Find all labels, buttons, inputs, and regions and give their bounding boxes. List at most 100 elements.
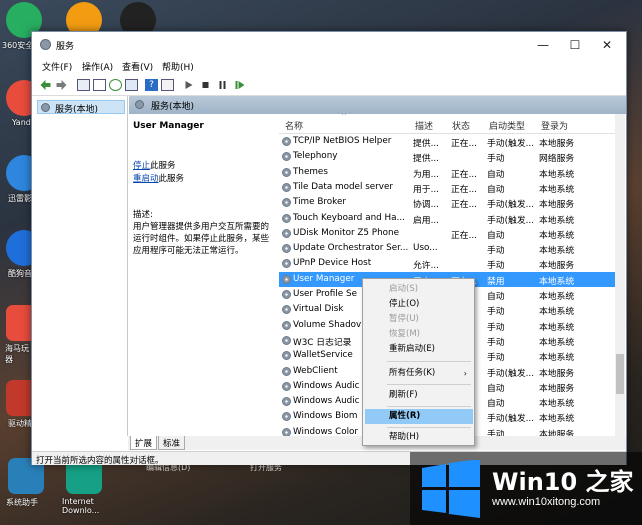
- title-bar[interactable]: 服务 — ☐ ✕: [32, 32, 626, 58]
- scrollbar-thumb[interactable]: [616, 354, 624, 394]
- cell-startup-type: 手动: [487, 261, 505, 272]
- panel-header-title: 服务(本地): [151, 102, 195, 112]
- menu-item-properties[interactable]: 属性(R): [365, 409, 473, 424]
- tab-standard[interactable]: 标准: [158, 436, 186, 450]
- menu-item-refresh[interactable]: 刷新(F): [365, 388, 473, 403]
- cell-logon-as: 本地系统: [539, 169, 575, 180]
- help-icon[interactable]: ?: [145, 79, 158, 91]
- service-gear-icon: [282, 182, 291, 192]
- cell-startup-type: 自动: [487, 399, 505, 410]
- table-row[interactable]: TCP/IP NetBIOS Helper 提供... 正在... 手动(触发... 本…: [279, 134, 615, 149]
- console-tree: 服务(本地): [34, 96, 128, 436]
- status-text: 打开当前所选内容的属性对话框。: [36, 456, 164, 466]
- cell-startup-type: 禁用: [487, 276, 505, 287]
- cell-startup-type: 手动: [487, 337, 505, 348]
- restart-icon[interactable]: [233, 79, 246, 91]
- service-gear-icon: [282, 274, 291, 284]
- table-row[interactable]: UPnP Device Host 允许... 手动 本地服务: [279, 256, 615, 271]
- properties-icon[interactable]: [161, 79, 174, 91]
- panel-header: 服务(本地): [129, 96, 626, 114]
- stop-service-link[interactable]: 停止: [133, 161, 150, 171]
- cell-startup-type: 自动: [487, 169, 505, 180]
- tree-item-services-local[interactable]: 服务(本地): [37, 100, 125, 115]
- context-menu: 启动(S) 停止(O) 暂停(U) 恢复(M) 重新启动(E) 所有任务(K) …: [362, 278, 475, 446]
- cell-logon-as: 本地系统: [539, 215, 575, 226]
- minimize-button[interactable]: —: [528, 36, 558, 54]
- cell-logon-as: 网络服务: [539, 154, 575, 165]
- cell-startup-type: 手动: [487, 322, 505, 333]
- column-startup-type[interactable]: 启动类型: [489, 119, 525, 132]
- desktop-label-yandex: Yand: [12, 118, 31, 127]
- table-row[interactable]: Touch Keyboard and Ha... 启用... 手动(触发... 本地系…: [279, 211, 615, 226]
- table-row[interactable]: Themes 为用... 正在... 自动 本地系统: [279, 165, 615, 180]
- menu-separator: [387, 384, 471, 385]
- cell-description: 用于...: [413, 184, 439, 195]
- menu-item-all-tasks[interactable]: 所有任务(K) ›: [365, 366, 473, 381]
- service-gear-icon: [282, 152, 291, 162]
- menu-item-help[interactable]: 帮助(H): [365, 430, 473, 445]
- menu-item-restart[interactable]: 重新启动(E): [365, 342, 473, 357]
- service-gear-icon: [282, 259, 291, 269]
- service-gear-icon: [282, 412, 291, 422]
- table-row[interactable]: Time Broker 协调... 正在... 手动(触发... 本地服务: [279, 195, 615, 210]
- cell-status: 正在...: [451, 139, 477, 149]
- cell-logon-as: 本地系统: [539, 184, 575, 195]
- desktop-label-sysassist: 系统助手: [6, 498, 38, 507]
- windows-logo-icon: [422, 460, 480, 518]
- cell-startup-type: 手动(触发...: [487, 414, 535, 425]
- toolbar: ?: [32, 74, 626, 96]
- table-row[interactable]: Tile Data model server 用于... 正在... 自动 本地系统: [279, 180, 615, 195]
- restart-service-link[interactable]: 重启动: [133, 174, 159, 184]
- cell-logon-as: 本地服务: [539, 261, 575, 272]
- menu-help[interactable]: 帮助(H): [162, 60, 194, 73]
- tab-extended[interactable]: 扩展: [130, 436, 158, 450]
- cell-startup-type: 手动(触发...: [487, 200, 535, 211]
- stop-icon[interactable]: [199, 79, 212, 91]
- cell-logon-as: 本地服务: [539, 429, 575, 436]
- console-tree-icon[interactable]: [77, 79, 90, 91]
- table-row[interactable]: Telephony 提供... 手动 网络服务: [279, 149, 615, 164]
- cell-name: Time Broker: [293, 197, 346, 208]
- menu-file[interactable]: 文件(F): [42, 60, 72, 73]
- menu-item-start: 启动(S): [389, 284, 419, 294]
- watermark: Win10 之家 www.win10xitong.com: [410, 452, 642, 525]
- cell-startup-type: 手动: [487, 307, 505, 318]
- cell-logon-as: 本地服务: [539, 139, 575, 149]
- table-row[interactable]: Update Orchestrator Ser... Uso... 手动 本地系统: [279, 241, 615, 256]
- column-name[interactable]: 名称: [285, 119, 303, 132]
- description-line-2: 运行时组件。如果停止此服务，某些: [133, 234, 270, 244]
- cell-description: 提供...: [413, 154, 439, 165]
- cell-logon-as: 本地服务: [539, 200, 575, 211]
- cell-startup-type: 自动: [487, 383, 505, 394]
- cell-logon-as: 本地系统: [539, 337, 575, 348]
- menu-item-stop[interactable]: 停止(O): [365, 297, 473, 312]
- menu-action[interactable]: 操作(A): [82, 60, 113, 73]
- export-list-icon[interactable]: [125, 79, 138, 91]
- service-gear-icon: [282, 351, 291, 361]
- close-button[interactable]: ✕: [592, 36, 622, 54]
- cell-status: 正在...: [451, 200, 477, 211]
- forward-arrow-icon[interactable]: [55, 79, 68, 91]
- cell-logon-as: 本地系统: [539, 307, 575, 318]
- column-status[interactable]: 状态: [452, 119, 470, 132]
- column-logon-as[interactable]: 登录为: [541, 119, 568, 132]
- menu-item-resume: 恢复(M): [389, 329, 420, 339]
- column-description[interactable]: 描述: [415, 119, 433, 132]
- refresh-icon[interactable]: [109, 79, 122, 91]
- details-view-icon[interactable]: [93, 79, 106, 91]
- cell-logon-as: 本地系统: [539, 292, 575, 302]
- pause-icon[interactable]: [216, 79, 229, 91]
- maximize-button[interactable]: ☐: [560, 36, 590, 54]
- cell-startup-type: 手动: [487, 154, 505, 165]
- table-row[interactable]: UDisk Monitor Z5 Phone 正在... 自动 本地系统: [279, 226, 615, 241]
- vertical-scrollbar[interactable]: [615, 114, 625, 436]
- cell-logon-as: 本地系统: [539, 230, 575, 241]
- back-arrow-icon[interactable]: [39, 79, 52, 91]
- cell-name: UDisk Monitor Z5 Phone: [293, 227, 400, 238]
- menu-view[interactable]: 查看(V): [122, 60, 153, 73]
- cell-name: TCP/IP NetBIOS Helper: [293, 136, 392, 146]
- desktop-label-kugou: 酷狗音: [8, 269, 32, 278]
- cell-description: Uso...: [413, 243, 438, 254]
- description-line-3: 应用程序可能无法正常运行。: [133, 246, 244, 256]
- play-icon[interactable]: [182, 79, 195, 91]
